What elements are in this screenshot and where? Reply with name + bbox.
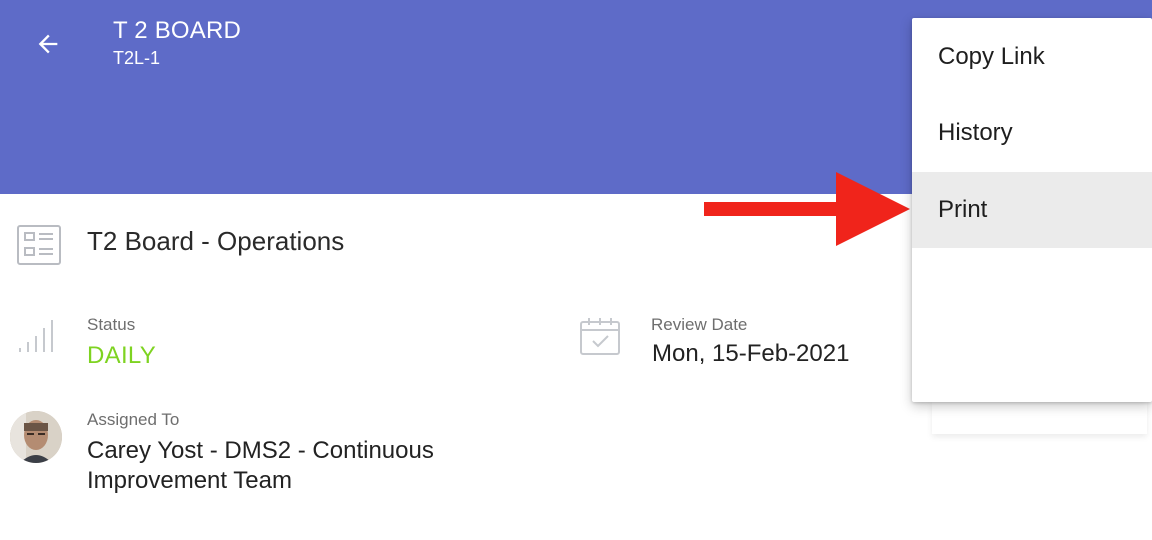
board-name: T2 Board - Operations xyxy=(87,226,345,256)
menu-item-history[interactable]: History xyxy=(912,95,1152,171)
menu-item-copy-link[interactable]: Copy Link xyxy=(912,19,1152,95)
calendar-check-icon xyxy=(578,316,622,361)
review-date-value: Mon, 15-Feb-2021 xyxy=(652,340,850,367)
menu-shadow xyxy=(932,400,1147,434)
back-button[interactable] xyxy=(28,24,68,64)
page-subtitle: T2L-1 xyxy=(113,48,161,68)
status-label: Status xyxy=(87,315,136,334)
assigned-to-label: Assigned To xyxy=(87,410,180,429)
review-date-label: Review Date xyxy=(651,315,748,334)
board-list-icon xyxy=(16,224,62,271)
signal-bars-icon xyxy=(16,316,56,361)
annotation-arrow-icon xyxy=(700,170,914,253)
avatar xyxy=(10,411,62,463)
page-title: T 2 BOARD xyxy=(113,17,242,44)
menu-item-print[interactable]: Print xyxy=(912,172,1152,248)
overflow-menu: Copy Link History Print xyxy=(912,18,1152,402)
arrow-left-icon xyxy=(38,34,58,54)
assigned-to-value: Carey Yost - DMS2 - Continuous Improveme… xyxy=(87,437,434,494)
status-value: DAILY xyxy=(87,342,157,369)
